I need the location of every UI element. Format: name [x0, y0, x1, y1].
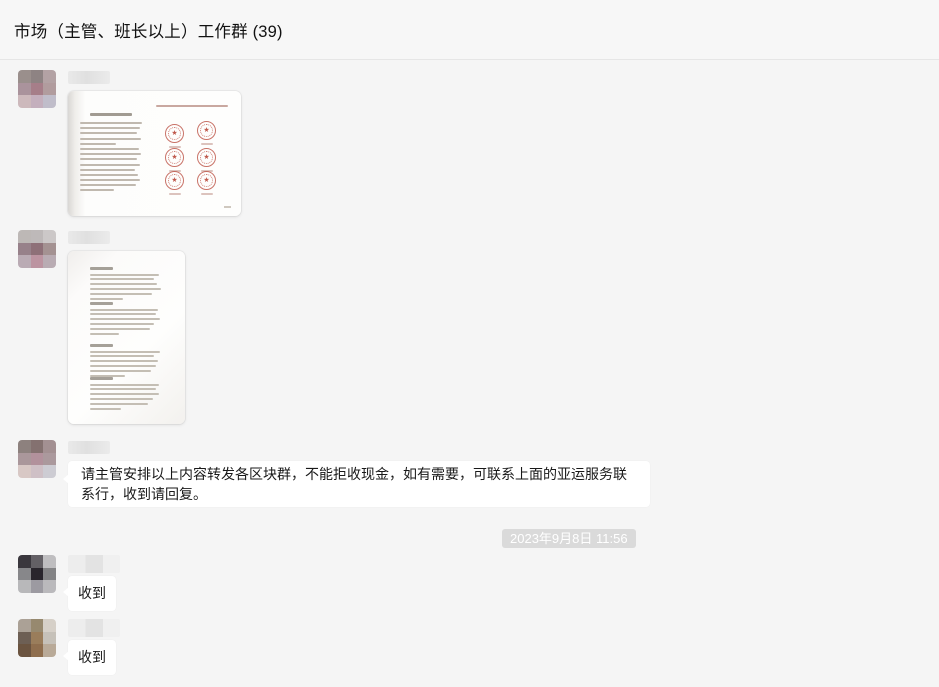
timestamp-badge: 2023年9月8日 11:56	[502, 529, 636, 548]
sender-name-redacted	[68, 555, 120, 573]
chat-header: 市场（主管、班长以上）工作群 (39)	[0, 0, 939, 60]
message-bubble: 收到	[68, 640, 116, 675]
avatar[interactable]	[18, 619, 56, 657]
timestamp-row: 2023年9月8日 11:56	[502, 529, 939, 548]
message-row: 收到	[0, 555, 939, 611]
image-attachment-text-document[interactable]	[68, 251, 185, 424]
sender-name-redacted	[68, 231, 110, 244]
red-seal-stamp-icon: ★	[165, 171, 184, 190]
sender-name-redacted	[68, 441, 110, 454]
avatar[interactable]	[18, 555, 56, 593]
sender-name-redacted	[68, 619, 120, 637]
red-seal-stamp-icon: ★	[197, 121, 216, 140]
red-seal-stamp-icon: ★	[165, 124, 184, 143]
sender-name-redacted	[68, 71, 110, 84]
message-bubble: 收到	[68, 576, 116, 611]
avatar[interactable]	[18, 230, 56, 268]
red-seal-stamp-icon: ★	[197, 148, 216, 167]
message-row: 收到	[0, 619, 939, 675]
avatar[interactable]	[18, 440, 56, 478]
image-attachment-seals-document[interactable]: ★ ★ ★ ★ ★ ★	[68, 91, 241, 216]
message-bubble: 请主管安排以上内容转发各区块群，不能拒收现金，如有需要，可联系上面的亚运服务联系…	[68, 461, 650, 507]
red-seal-stamp-icon: ★	[197, 171, 216, 190]
chat-title: 市场（主管、班长以上）工作群 (39)	[14, 18, 283, 42]
avatar[interactable]	[18, 70, 56, 108]
message-row	[0, 230, 939, 424]
message-row: 请主管安排以上内容转发各区块群，不能拒收现金，如有需要，可联系上面的亚运服务联系…	[0, 440, 939, 507]
message-row: ★ ★ ★ ★ ★ ★	[0, 70, 939, 216]
red-seal-stamp-icon: ★	[165, 148, 184, 167]
chat-area: ★ ★ ★ ★ ★ ★ 请主管安排以上内容转发各区块群，不能拒收现金，如有需要，可联系上面…	[0, 70, 939, 675]
